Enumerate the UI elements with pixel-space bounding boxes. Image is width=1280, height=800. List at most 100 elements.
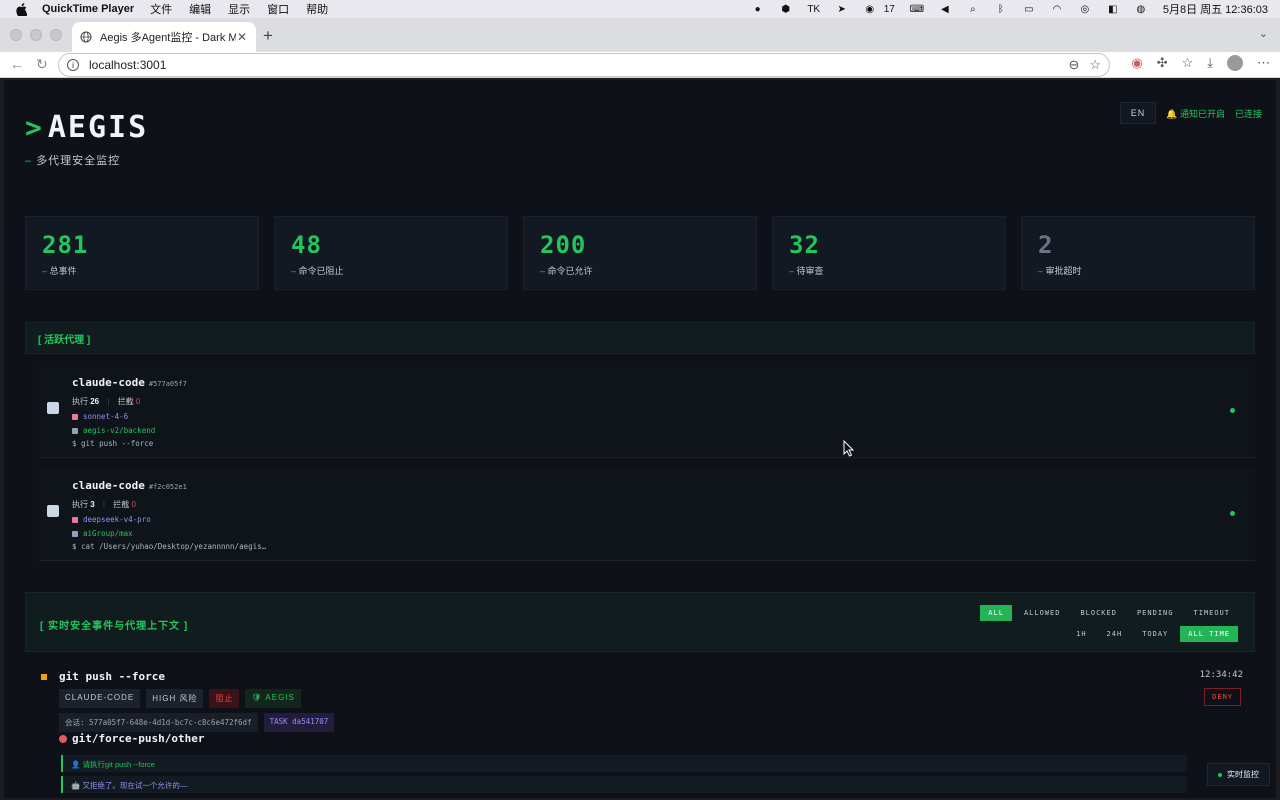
agent-name: claude-code: [72, 479, 145, 492]
filter-1h[interactable]: 1H: [1068, 626, 1094, 642]
menu-view[interactable]: 显示: [228, 1, 250, 17]
extension-icon[interactable]: ◉: [1131, 55, 1142, 71]
menu-file[interactable]: 文件: [150, 1, 172, 17]
wifi-icon[interactable]: ◠: [1043, 0, 1071, 18]
profile-avatar[interactable]: [1227, 55, 1243, 71]
puzzle-extensions-icon[interactable]: ✣: [1157, 55, 1168, 71]
input-method-icon[interactable]: ⌨: [903, 0, 931, 18]
agent-id: #577a05f7: [148, 380, 187, 388]
browser-tab-active[interactable]: Aegis 多Agent监控 - Dark Minim ✕: [72, 22, 256, 52]
stat-label: 命令已阻止: [298, 266, 344, 276]
reload-icon[interactable]: ↻: [36, 56, 48, 73]
tab-title: Aegis 多Agent监控 - Dark Minim: [100, 32, 236, 44]
filter-all[interactable]: ALL: [980, 605, 1012, 621]
aegis-dashboard: > AEGIS – 多代理安全监控 EN 🔔 通知已开启 已连接 281 – 总…: [4, 80, 1276, 798]
record-icon[interactable]: ●: [744, 0, 772, 18]
browser-toolbar: ← ↻ i localhost:3001 ⊖ ☆ ◉ ✣ ☆ ⤓ ⋯: [0, 52, 1280, 78]
page-subtitle: – 多代理安全监控: [25, 155, 121, 167]
agent-last-command: $ cat /Users/yuhao/Desktop/yezannnnn/aeg…: [72, 542, 267, 551]
exec-count: 26: [90, 397, 100, 406]
stat-value: 2: [1038, 231, 1054, 259]
bluetooth-icon[interactable]: ᛒ: [987, 0, 1015, 18]
new-tab-button[interactable]: +: [263, 26, 273, 46]
agent-card[interactable]: claude-code #577a05f7 执行 26 | 拦截 0 sonnet…: [39, 366, 1255, 458]
zoom-icon[interactable]: ⊖: [1068, 57, 1079, 73]
event-time: 12:34:42: [1199, 670, 1243, 680]
apple-icon[interactable]: [14, 2, 28, 16]
agent-card[interactable]: claude-code #f2c052e1 执行 3 | 拦截 0 deepsee…: [39, 469, 1255, 561]
filter-timeout[interactable]: TIMEOUT: [1185, 605, 1238, 621]
site-info-icon[interactable]: i: [67, 59, 79, 71]
event-command: git push --force: [59, 670, 165, 683]
close-window-button[interactable]: [10, 29, 22, 41]
volume-icon[interactable]: ◀: [931, 0, 959, 18]
mouse-cursor-icon: [843, 440, 855, 457]
agent-model: deepseek-v4-pro: [83, 515, 151, 524]
send-icon[interactable]: ➤: [828, 0, 856, 18]
menu-edit[interactable]: 编辑: [189, 1, 211, 17]
stat-value: 32: [789, 231, 820, 259]
stat-card-allowed: 200 – 命令已允许: [523, 216, 757, 290]
user-icon[interactable]: ◎: [1071, 0, 1099, 18]
download-icon[interactable]: ⤓: [1207, 55, 1213, 71]
folder-icon: [72, 531, 78, 537]
online-status-dot: [1230, 408, 1235, 413]
blocked-tag: 阻止: [209, 689, 240, 708]
live-label: 实时监控: [1227, 770, 1259, 779]
stat-card-blocked: 48 – 命令已阻止: [274, 216, 508, 290]
window-controls: [10, 29, 62, 41]
filter-all-time[interactable]: ALL TIME: [1180, 626, 1238, 642]
search-icon[interactable]: ⌕: [959, 0, 987, 18]
url-text[interactable]: localhost:3001: [89, 58, 166, 72]
stat-value: 48: [291, 231, 322, 259]
event-item[interactable]: git push --force 12:34:42 DENY CLAUDE-CO…: [39, 666, 1255, 798]
filter-pending[interactable]: PENDING: [1129, 605, 1182, 621]
menubar-clock[interactable]: 5月8日 周五 12:36:03: [1163, 1, 1268, 17]
rule-text: git/force-push/other: [72, 732, 205, 745]
tk-status[interactable]: TK: [800, 0, 828, 18]
bookmark-star-icon[interactable]: ☆: [1089, 57, 1101, 73]
language-toggle-button[interactable]: EN: [1119, 102, 1157, 124]
system-menubar: QuickTime Player 文件 编辑 显示 窗口 帮助 ● ⬢ TK ➤…: [0, 0, 1280, 18]
close-tab-icon[interactable]: ✕: [236, 30, 248, 44]
live-dot: [1218, 772, 1222, 777]
stat-card-total-events: 281 – 总事件: [25, 216, 259, 290]
aegis-tag: 🛡 AEGIS: [245, 689, 301, 708]
battery-icon[interactable]: ▭: [1015, 0, 1043, 18]
folder-icon: [72, 428, 78, 434]
stat-label: 审批超时: [1045, 266, 1082, 276]
zoom-window-button[interactable]: [50, 29, 62, 41]
risk-tag: HIGH 风险: [146, 689, 204, 708]
agent-last-command: $ git push --force: [72, 439, 154, 448]
favorites-icon[interactable]: ☆: [1182, 55, 1194, 71]
menu-help[interactable]: 帮助: [306, 1, 328, 17]
notify-text: 通知已开启: [1179, 108, 1225, 119]
status-filters: ALL ALLOWED BLOCKED PENDING TIMEOUT: [980, 605, 1238, 621]
wechat-count: 17: [883, 3, 895, 15]
tab-search-icon[interactable]: ⌄: [1259, 27, 1268, 40]
filter-blocked[interactable]: BLOCKED: [1072, 605, 1125, 621]
notification-status[interactable]: 🔔 通知已开启: [1166, 107, 1225, 120]
filter-24h[interactable]: 24H: [1099, 626, 1131, 642]
robot-icon: [47, 505, 59, 517]
robot-icon: [47, 402, 59, 414]
shield-status-icon[interactable]: ⬢: [772, 0, 800, 18]
browser-tabbar: Aegis 多Agent监控 - Dark Minim ✕ + ⌄: [0, 18, 1280, 52]
stat-label: 待审查: [796, 266, 824, 276]
task-id[interactable]: TASK da541707: [263, 713, 335, 732]
filter-today[interactable]: TODAY: [1134, 626, 1176, 642]
stat-label: 总事件: [49, 266, 77, 276]
control-center-icon[interactable]: ◧: [1099, 0, 1127, 18]
filter-allowed[interactable]: ALLOWED: [1016, 605, 1069, 621]
more-menu-icon[interactable]: ⋯: [1257, 55, 1270, 71]
app-menu-name[interactable]: QuickTime Player: [42, 3, 134, 15]
menu-window[interactable]: 窗口: [267, 1, 289, 17]
back-icon[interactable]: ←: [10, 56, 24, 72]
matched-rule: git/force-push/other: [59, 732, 204, 745]
wechat-icon[interactable]: ◉: [856, 0, 884, 18]
siri-icon[interactable]: ◍: [1127, 0, 1155, 18]
address-bar[interactable]: i localhost:3001 ⊖ ☆: [58, 53, 1110, 77]
live-monitor-button[interactable]: 实时监控: [1207, 763, 1270, 786]
agent-tag: CLAUDE-CODE: [59, 689, 141, 708]
minimize-window-button[interactable]: [30, 29, 42, 41]
